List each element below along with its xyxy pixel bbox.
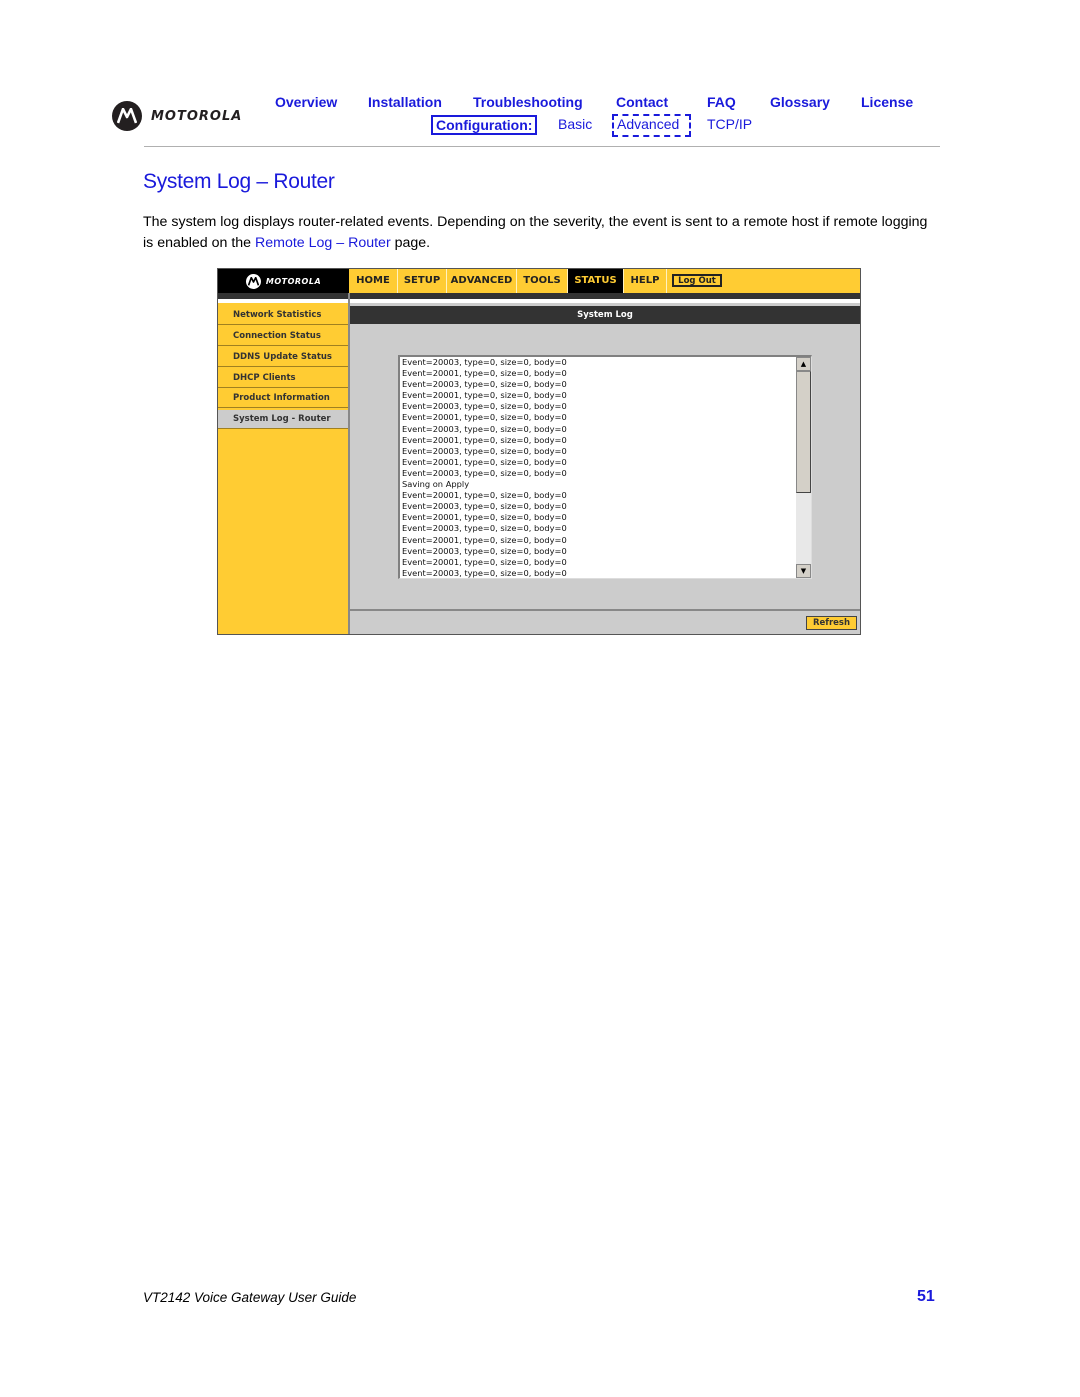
log-line: Event=20001, type=0, size=0, body=0 xyxy=(402,368,567,379)
log-line: Event=20001, type=0, size=0, body=0 xyxy=(402,490,567,501)
log-scrollbar[interactable]: ▲ ▼ xyxy=(796,357,811,578)
log-line: Event=20003, type=0, size=0, body=0 xyxy=(402,523,567,534)
intro-tail: page. xyxy=(390,235,431,251)
system-log-textarea[interactable]: Event=20003, type=0, size=0, body=0 Event… xyxy=(398,355,812,579)
page-number: 51 xyxy=(917,1288,935,1305)
configuration-nav: Configuration: Basic Advanced TCP/IP xyxy=(0,113,1080,137)
config-advanced-link[interactable]: Advanced xyxy=(617,115,679,133)
sidebar-item-connection-status[interactable]: Connection Status xyxy=(218,327,348,346)
router-logo: MOTOROLA xyxy=(218,269,349,293)
tab-status[interactable]: STATUS xyxy=(568,269,624,293)
remote-log-link[interactable]: Remote Log – Router xyxy=(255,235,391,251)
log-line: Event=20003, type=0, size=0, body=0 xyxy=(402,467,567,478)
tab-help[interactable]: HELP xyxy=(624,269,667,293)
sidebar-item-dhcp-clients[interactable]: DHCP Clients xyxy=(218,369,348,388)
router-sidebar: Network Statistics Connection Status DDN… xyxy=(218,303,348,634)
sidebar-item-network-statistics[interactable]: Network Statistics xyxy=(218,306,348,325)
logout-button[interactable]: Log Out xyxy=(672,274,722,287)
nav-overview[interactable]: Overview xyxy=(275,94,337,110)
log-line: Event=20003, type=0, size=0, body=0 xyxy=(402,401,567,412)
log-line: Event=20001, type=0, size=0, body=0 xyxy=(402,412,567,423)
config-tcpip-link[interactable]: TCP/IP xyxy=(707,115,752,133)
scroll-up-icon[interactable]: ▲ xyxy=(796,357,811,371)
sidebar-item-ddns-update-status[interactable]: DDNS Update Status xyxy=(218,348,348,367)
tab-home[interactable]: HOME xyxy=(349,269,398,293)
config-basic-link[interactable]: Basic xyxy=(558,115,592,133)
log-line: Event=20001, type=0, size=0, body=0 xyxy=(402,534,567,545)
motorola-batwing-icon xyxy=(245,273,261,289)
page-title: System Log – Router xyxy=(143,170,335,193)
log-line: Saving on Apply xyxy=(402,479,470,490)
log-line: Event=20003, type=0, size=0, body=0 xyxy=(402,445,567,456)
header-divider xyxy=(144,146,940,147)
tab-tools[interactable]: TOOLS xyxy=(517,269,568,293)
router-screenshot: MOTOROLA HOME SETUP ADVANCED TOOLS STATU… xyxy=(217,268,861,635)
log-line: Event=20003, type=0, size=0, body=0 xyxy=(402,357,567,367)
log-line: Event=20003, type=0, size=0, body=0 xyxy=(402,545,567,556)
panel-title: System Log xyxy=(350,306,860,324)
top-nav: Overview Installation Troubleshooting Co… xyxy=(0,94,1080,110)
scroll-thumb[interactable] xyxy=(796,371,811,493)
log-line: Event=20003, type=0, size=0, body=0 xyxy=(402,567,567,578)
tab-advanced[interactable]: ADVANCED xyxy=(447,269,517,293)
sidebar-item-system-log-router[interactable]: System Log - Router xyxy=(218,410,348,429)
nav-glossary[interactable]: Glossary xyxy=(770,94,830,110)
log-line: Event=20001, type=0, size=0, body=0 xyxy=(402,434,567,445)
log-line: Event=20001, type=0, size=0, body=0 xyxy=(402,556,567,567)
configuration-label: Configuration: xyxy=(431,115,538,135)
log-line: Event=20003, type=0, size=0, body=0 xyxy=(402,379,567,390)
nav-license[interactable]: License xyxy=(861,94,913,110)
log-line: Event=20001, type=0, size=0, body=0 xyxy=(402,390,567,401)
sidebar-item-product-information[interactable]: Product Information xyxy=(218,389,348,408)
log-line: Event=20001, type=0, size=0, body=0 xyxy=(402,512,567,523)
log-lines: Event=20003, type=0, size=0, body=0 Event… xyxy=(402,357,567,579)
log-line: Event=20003, type=0, size=0, body=0 xyxy=(402,423,567,434)
guide-title: VT2142 Voice Gateway User Guide xyxy=(143,1290,357,1305)
router-brand: MOTOROLA xyxy=(265,276,322,286)
nav-installation[interactable]: Installation xyxy=(368,94,442,110)
sidebar-divider xyxy=(348,293,350,634)
scroll-down-icon[interactable]: ▼ xyxy=(796,564,811,578)
nav-contact[interactable]: Contact xyxy=(616,94,668,110)
nav-troubleshooting[interactable]: Troubleshooting xyxy=(473,94,583,110)
nav-faq[interactable]: FAQ xyxy=(707,94,736,110)
log-line: Event=20003, type=0, size=0, body=0 xyxy=(402,501,567,512)
panel-footer-divider xyxy=(350,609,860,611)
tab-setup[interactable]: SETUP xyxy=(398,269,447,293)
router-topbar: MOTOROLA HOME SETUP ADVANCED TOOLS STATU… xyxy=(218,269,860,293)
log-line: Event=20001, type=0, size=0, body=0 xyxy=(402,456,567,467)
refresh-button[interactable]: Refresh xyxy=(806,616,857,630)
intro-paragraph: The system log displays router-related e… xyxy=(143,212,933,254)
